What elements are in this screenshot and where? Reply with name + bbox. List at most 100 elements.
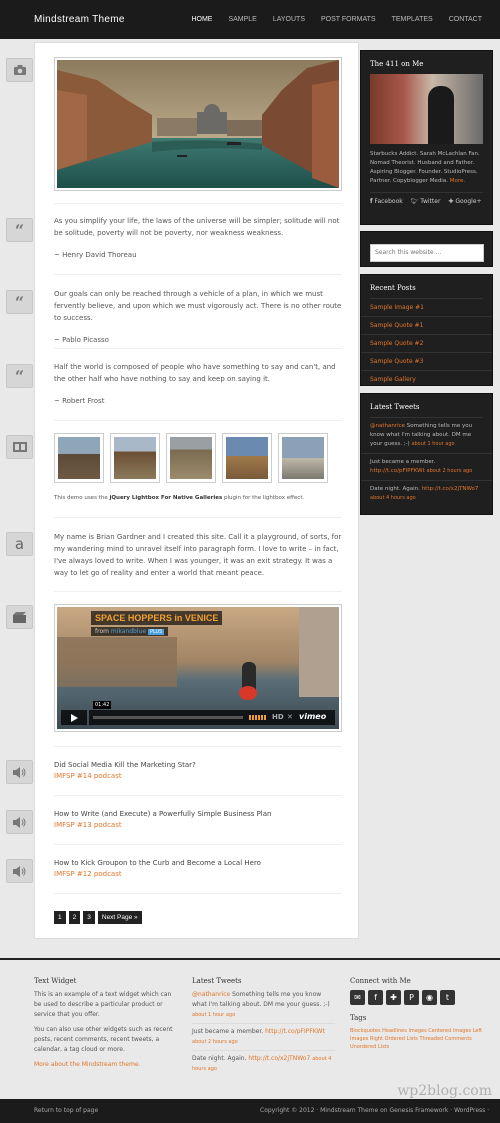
hd-icon[interactable]: HD [272, 713, 284, 721]
tweet: Just became a member. http://t.co/pFIPFK… [192, 1024, 335, 1051]
googleplus-icon[interactable]: ✚ [386, 990, 401, 1005]
divider [54, 274, 342, 275]
rss-icon[interactable]: ◉ [422, 990, 437, 1005]
search-input[interactable] [370, 243, 484, 262]
podcast-link[interactable]: IMFSP #12 podcast [54, 870, 342, 878]
recent-post-link[interactable]: Sample Gallery [361, 371, 492, 388]
divider [54, 517, 342, 518]
video-title[interactable]: SPACE HOPPERS in VENICE [91, 611, 223, 625]
tweet: @nathanrice Something tells me you know … [361, 418, 492, 454]
video-controls: 01:42 HD ✕ vimeo [89, 701, 335, 725]
fullscreen-icon[interactable]: ✕ [287, 713, 293, 721]
volume-icon[interactable] [249, 715, 267, 720]
search-widget [360, 231, 493, 267]
quote-text: Half the world is composed of people who… [54, 363, 336, 383]
image-post[interactable] [54, 57, 342, 191]
quote-icon[interactable]: “ [6, 290, 33, 314]
column-right [299, 607, 339, 697]
quote-post: Half the world is composed of people who… [54, 361, 342, 405]
tweets-widget: Latest Tweets @nathanrice Something tell… [360, 393, 493, 515]
gallery-thumb[interactable] [166, 433, 216, 483]
audio-title[interactable]: How to Kick Groupon to the Curb and Beco… [54, 859, 342, 867]
video-byline: from mikandblue PLUS [91, 627, 169, 636]
email-icon[interactable]: ✉ [350, 990, 365, 1005]
about-widget: The 411 on Me Starbucks Addict. Sarah Mc… [360, 50, 493, 225]
nav-templates[interactable]: Templates [384, 16, 441, 23]
gallery-thumb[interactable] [54, 433, 104, 483]
tweet: Just became a member. http://t.co/pFIPFK… [361, 454, 492, 481]
twitter-icon[interactable]: t [440, 990, 455, 1005]
venice-photo [57, 60, 339, 188]
lightbox-plugin-link[interactable]: jQuery Lightbox For Native Galleries [109, 495, 222, 501]
back-to-top-link[interactable]: Return to top of page [34, 1107, 98, 1114]
play-icon [70, 713, 78, 722]
tweet-link[interactable]: http://t.co/x2jTNWo7 [248, 1055, 310, 1062]
video-icon[interactable] [6, 605, 33, 629]
video-player[interactable]: SPACE HOPPERS in VENICE from mikandblue … [57, 607, 339, 729]
page-3-button[interactable]: 3 [83, 911, 95, 924]
nav-post-formats[interactable]: Post Formats [313, 16, 384, 23]
tweet-handle[interactable]: @nathanrice [192, 991, 230, 998]
audio-post: How to Write (and Execute) a Powerfully … [54, 810, 342, 829]
twitter-link[interactable]: 🐦︎ Twitter [411, 198, 441, 205]
audio-title[interactable]: How to Write (and Execute) a Powerfully … [54, 810, 342, 818]
divider [54, 844, 342, 845]
gallery-thumb[interactable] [222, 433, 272, 483]
page-1-button[interactable]: 1 [54, 911, 66, 924]
divider [54, 203, 342, 204]
caption-pre: This demo uses the [54, 495, 110, 501]
recent-post-link[interactable]: Sample Image #1 [361, 299, 492, 317]
tweet-time[interactable]: about 1 hour ago [192, 1012, 235, 1018]
googleplus-link[interactable]: ✚ Google+ [448, 198, 481, 205]
tweet-time[interactable]: about 2 hours ago [192, 1039, 238, 1045]
audio-icon[interactable] [6, 760, 33, 784]
camera-icon[interactable] [6, 58, 33, 82]
audio-icon[interactable] [6, 810, 33, 834]
tags-title: Tags [350, 1014, 367, 1022]
social-links: f Facebook 🐦︎ Twitter ✚ Google+ [361, 193, 492, 210]
video-progress-bar[interactable] [93, 716, 243, 719]
tweet-time[interactable]: about 2 hours ago [427, 468, 473, 474]
audio-icon[interactable] [6, 859, 33, 883]
facebook-icon[interactable]: f [368, 990, 383, 1005]
tweet-link[interactable]: http://t.co/pFIPFKWt [370, 468, 425, 474]
tweet-link[interactable]: http://t.co/pFIPFKWt [265, 1028, 325, 1035]
gallery-thumb[interactable] [278, 433, 328, 483]
text-widget-link[interactable]: More about the Mindstream theme. [34, 1060, 174, 1070]
tweet-time[interactable]: about 4 hours ago [370, 495, 416, 501]
nav-layouts[interactable]: Layouts [265, 16, 313, 23]
copyright-text: Copyright © 2012 · Mindstream Theme on G… [260, 1107, 490, 1114]
pinterest-icon[interactable]: P [404, 990, 419, 1005]
site-logo[interactable]: Mindstream Theme [34, 14, 125, 25]
podcast-link[interactable]: IMFSP #13 podcast [54, 821, 342, 829]
recent-post-link[interactable]: Sample Quote #3 [361, 353, 492, 371]
nav-contact[interactable]: Contact [441, 16, 490, 23]
nav-sample[interactable]: Sample [220, 16, 264, 23]
video-author[interactable]: mikandblue [111, 628, 146, 635]
facebook-link[interactable]: f Facebook [370, 198, 403, 205]
tweet-time[interactable]: about 1 hour ago [411, 441, 454, 447]
vimeo-logo[interactable]: vimeo [299, 712, 326, 721]
page-2-button[interactable]: 2 [68, 911, 81, 924]
podcast-link[interactable]: IMFSP #14 podcast [54, 772, 342, 780]
facebook-label: Facebook [374, 198, 403, 205]
aside-icon[interactable]: a [6, 532, 33, 556]
quote-icon[interactable]: “ [6, 218, 33, 242]
play-button[interactable] [61, 710, 87, 725]
recent-post-link[interactable]: Sample Quote #1 [361, 317, 492, 335]
tweet-handle[interactable]: @nathanrice [370, 423, 405, 429]
next-page-button[interactable]: Next Page » [97, 911, 142, 924]
tweet-link[interactable]: http://t.co/x2jTNWo7 [422, 486, 479, 492]
buildings-left [57, 637, 177, 687]
about-more-link[interactable]: More. [450, 178, 465, 184]
gallery-thumb[interactable] [110, 433, 160, 483]
gallery-caption: This demo uses the jQuery Lightbox For N… [54, 495, 342, 501]
nav-home[interactable]: Home [183, 16, 220, 23]
quote-icon[interactable]: “ [6, 364, 33, 388]
gallery-icon[interactable] [6, 435, 33, 459]
footer-widget-title: Connect with Me [350, 977, 411, 985]
audio-title[interactable]: Did Social Media Kill the Marketing Star… [54, 761, 342, 769]
tag-cloud[interactable]: Blockquotes Headlines Images Centered Im… [350, 1027, 485, 1051]
gallery-post [54, 433, 342, 483]
recent-post-link[interactable]: Sample Quote #2 [361, 335, 492, 353]
